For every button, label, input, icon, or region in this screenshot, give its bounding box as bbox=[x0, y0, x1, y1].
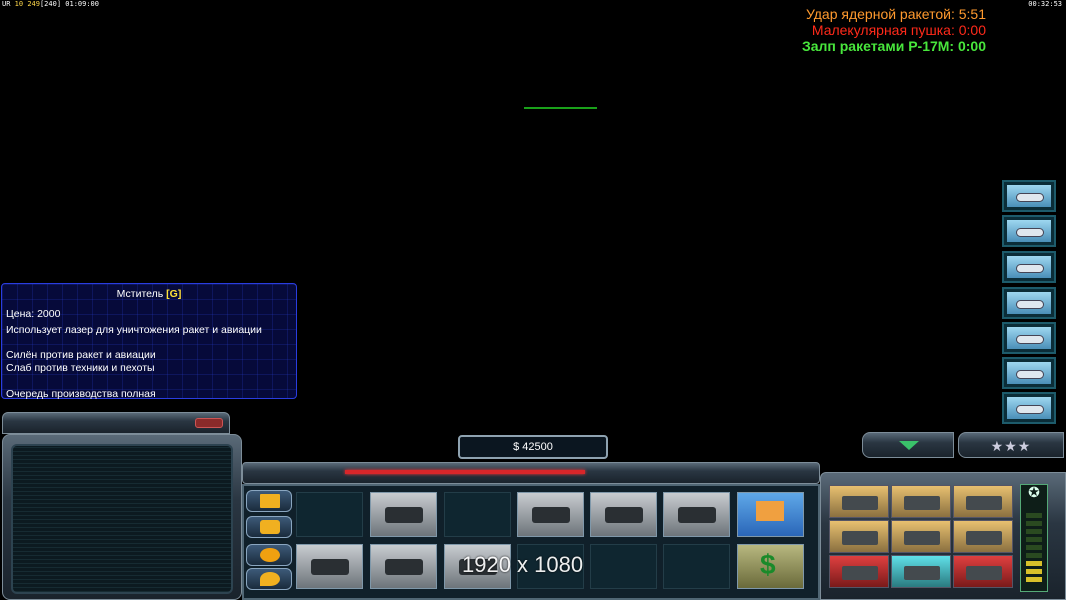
wrench-icon bbox=[260, 520, 280, 534]
unit-portrait-1[interactable] bbox=[829, 485, 889, 518]
rank-seg-3 bbox=[1026, 529, 1042, 534]
unit-portrait-4[interactable] bbox=[829, 520, 889, 553]
build-panel bbox=[242, 484, 820, 600]
rank-seg-8 bbox=[1026, 569, 1042, 574]
build-slot-tank[interactable] bbox=[517, 492, 584, 537]
alert-icon bbox=[260, 548, 280, 562]
build-slot-launcher[interactable] bbox=[590, 492, 657, 537]
status-num2: 249 bbox=[27, 0, 40, 8]
unit-portrait-8[interactable] bbox=[891, 555, 951, 588]
tooltip-title: Мститель [G] bbox=[2, 288, 296, 300]
build-slot-humvee[interactable] bbox=[370, 492, 437, 537]
chevron-down-icon bbox=[899, 441, 919, 450]
timer-cannon: Малекулярная пушка: 0:00 bbox=[811, 22, 986, 38]
power-button-5[interactable] bbox=[1002, 322, 1056, 354]
rank-seg-4 bbox=[1026, 537, 1042, 542]
unit-portrait-7[interactable] bbox=[829, 555, 889, 588]
build-slot-empty-2 bbox=[444, 492, 511, 537]
tab-chat[interactable] bbox=[246, 568, 292, 590]
tooltip-strong: Силён против ракет и авиации bbox=[6, 349, 156, 361]
selection-line bbox=[524, 107, 597, 109]
tooltip-weak: Слаб против техники и пехоты bbox=[6, 362, 155, 374]
money-display: $ 42500 bbox=[458, 435, 608, 459]
rank-star-icon[interactable]: ✪ bbox=[1021, 484, 1047, 504]
chat-icon bbox=[260, 572, 280, 586]
build-slot-empty-5 bbox=[663, 544, 730, 589]
status-bracket: [240] bbox=[39, 0, 62, 8]
rank-seg-9 bbox=[1026, 577, 1042, 582]
rank-seg-7 bbox=[1026, 561, 1042, 566]
unit-portrait-5[interactable] bbox=[891, 520, 951, 553]
unit-portrait-6[interactable] bbox=[953, 520, 1013, 553]
rank-seg-2 bbox=[1026, 521, 1042, 526]
resolution-overlay: 1920 x 1080 bbox=[462, 552, 584, 577]
unit-tooltip: Мститель [G] Цена: 2000 Использует лазер… bbox=[1, 283, 297, 400]
status-time: 01:09:00 bbox=[65, 0, 99, 8]
build-slot-flag[interactable] bbox=[737, 492, 804, 537]
tab-repair[interactable] bbox=[246, 516, 292, 538]
structures-icon bbox=[260, 494, 280, 508]
rank-seg-6 bbox=[1026, 553, 1042, 558]
minimap[interactable] bbox=[11, 444, 233, 594]
power-button-2[interactable] bbox=[1002, 215, 1056, 247]
general-powers-tab[interactable]: ★★★ bbox=[958, 432, 1064, 458]
power-button-7[interactable] bbox=[1002, 392, 1056, 424]
power-bar bbox=[345, 470, 585, 474]
jet-icon bbox=[1007, 220, 1051, 242]
fps-status: UR 10 249[240] 01:09:00 bbox=[2, 0, 99, 8]
tooltip-unit-name: Мститель bbox=[116, 288, 164, 300]
build-slot-cash[interactable] bbox=[737, 544, 804, 589]
explosion-icon bbox=[1007, 256, 1051, 278]
tooltip-hotkey: [G] bbox=[166, 288, 182, 300]
power-button-6[interactable] bbox=[1002, 357, 1056, 389]
tooltip-desc: Использует лазер для уничтожения ракет и… bbox=[6, 324, 262, 336]
status-prefix: UR bbox=[2, 0, 11, 8]
tooltip-queue: Очередь производства полная bbox=[6, 388, 156, 400]
drone-icon bbox=[1007, 362, 1051, 384]
unit-portrait-9[interactable] bbox=[953, 555, 1013, 588]
collapse-tab[interactable] bbox=[862, 432, 954, 458]
tooltip-price: Цена: 2000 bbox=[6, 308, 61, 320]
rank-seg-1 bbox=[1026, 513, 1042, 518]
build-slot-armored[interactable] bbox=[370, 544, 437, 589]
power-button-4[interactable] bbox=[1002, 287, 1056, 319]
game-clock: 00:32:53 bbox=[1028, 0, 1062, 8]
build-slot-missile-truck[interactable] bbox=[296, 544, 363, 589]
radar-scan-icon bbox=[1007, 185, 1051, 207]
build-slot-empty-4 bbox=[590, 544, 657, 589]
radar-header bbox=[2, 412, 230, 434]
power-button-3[interactable] bbox=[1002, 251, 1056, 283]
build-slot-avenger[interactable] bbox=[663, 492, 730, 537]
plane-icon bbox=[1007, 327, 1051, 349]
tab-alert[interactable] bbox=[246, 544, 292, 566]
uav-icon bbox=[1007, 397, 1051, 419]
timer-nuke: Удар ядерной ракетой: 5:51 bbox=[805, 6, 986, 22]
unit-portrait-2[interactable] bbox=[891, 485, 951, 518]
unit-portrait-3[interactable] bbox=[953, 485, 1013, 518]
radar-indicator bbox=[195, 418, 223, 428]
timer-missiles: Залп ракетами Р-17М: 0:00 bbox=[801, 38, 986, 54]
build-slot-empty-1 bbox=[296, 492, 363, 537]
satellite-icon bbox=[1007, 292, 1051, 314]
status-num1: 10 bbox=[14, 0, 24, 8]
rank-seg-5 bbox=[1026, 545, 1042, 550]
power-button-1[interactable] bbox=[1002, 180, 1056, 212]
tab-structures[interactable] bbox=[246, 490, 292, 512]
